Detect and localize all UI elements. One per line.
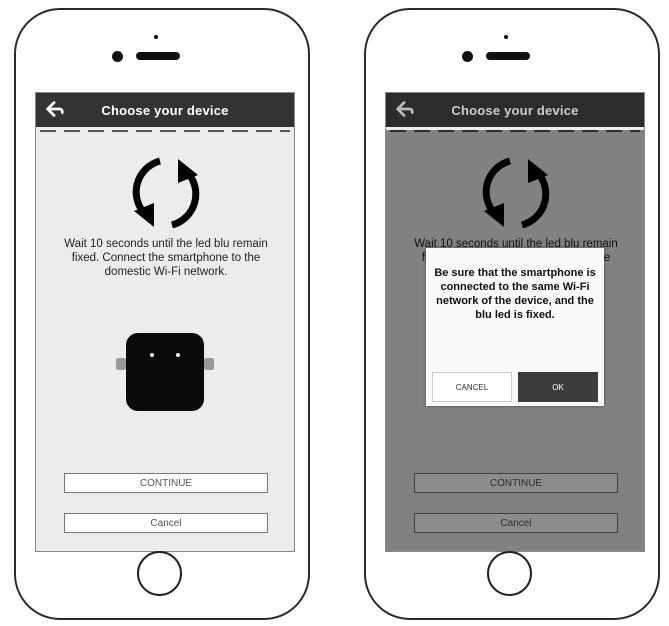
front-sensor bbox=[112, 51, 123, 62]
device-left-tab bbox=[116, 358, 126, 370]
dialog-message: Be sure that the smartphone is connected… bbox=[434, 267, 596, 321]
home-button[interactable] bbox=[137, 551, 182, 596]
progress-dashes bbox=[40, 130, 290, 136]
instruction-text: Wait 10 seconds until the led blu remain… bbox=[64, 238, 268, 278]
phone-frame-left: Choose your device Wait 10 seconds until… bbox=[14, 8, 310, 620]
app-header: Choose your device bbox=[386, 93, 644, 130]
dialog-cancel-button[interactable]: CANCEL bbox=[432, 372, 512, 402]
app-screen-left: Choose your device Wait 10 seconds until… bbox=[35, 92, 295, 552]
device-led-left bbox=[150, 353, 154, 357]
header-title: Choose your device bbox=[101, 102, 229, 118]
home-button[interactable] bbox=[487, 551, 532, 596]
dialog-ok-button[interactable]: OK bbox=[518, 372, 598, 402]
header-title: Choose your device bbox=[451, 102, 579, 118]
back-arrow-icon[interactable] bbox=[394, 98, 416, 120]
front-sensor bbox=[462, 51, 473, 62]
app-header: Choose your device bbox=[36, 93, 294, 130]
phone-frame-right: Choose your device Wait 10 seconds until… bbox=[364, 8, 660, 620]
camera-dot bbox=[154, 35, 158, 39]
continue-button[interactable]: CONTINUE bbox=[64, 473, 268, 493]
refresh-icon bbox=[132, 157, 200, 229]
confirm-dialog: Be sure that the smartphone is connected… bbox=[426, 248, 604, 406]
app-screen-right: Choose your device Wait 10 seconds until… bbox=[385, 92, 645, 552]
speaker-slot bbox=[486, 52, 530, 60]
device-led-right bbox=[176, 353, 180, 357]
device-image bbox=[126, 333, 204, 411]
speaker-slot bbox=[136, 52, 180, 60]
device-right-tab bbox=[204, 358, 214, 370]
back-arrow-icon[interactable] bbox=[44, 98, 66, 120]
cancel-button[interactable]: Cancel bbox=[64, 513, 268, 533]
camera-dot bbox=[504, 35, 508, 39]
